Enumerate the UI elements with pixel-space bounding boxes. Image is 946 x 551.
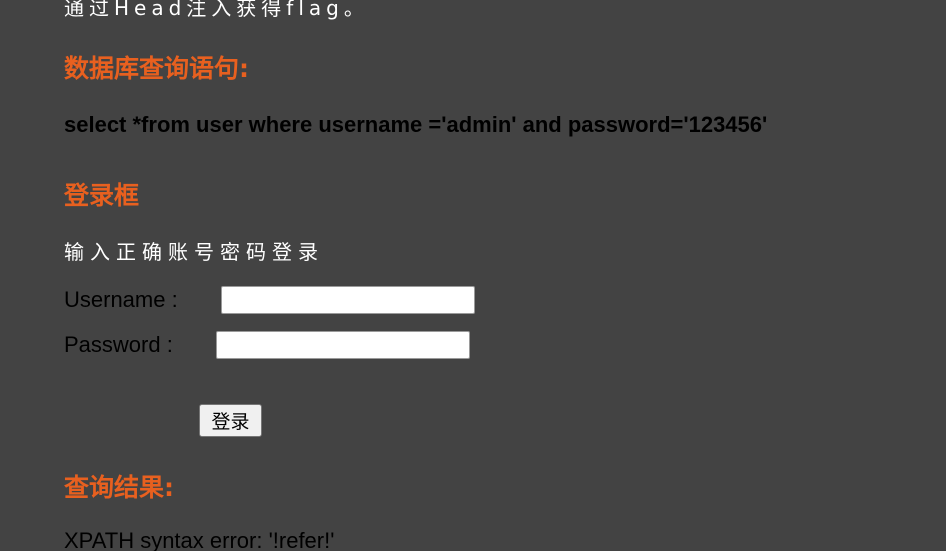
login-button[interactable]: 登录: [199, 404, 262, 437]
intro-text: 通过Head注入获得flag。: [64, 0, 369, 20]
username-label: Username :: [64, 287, 178, 312]
username-input[interactable]: [221, 286, 475, 314]
result-heading: 查询结果:: [64, 473, 174, 502]
sql-query-text: select *from user where username ='admin…: [64, 112, 768, 137]
login-heading: 登录框: [64, 181, 140, 210]
password-label: Password :: [64, 332, 173, 357]
query-result-text: XPATH syntax error: '!refer!': [64, 528, 335, 551]
password-input[interactable]: [216, 331, 470, 359]
page: 通过Head注入获得flag。 数据库查询语句: select *from us…: [0, 0, 946, 551]
login-hint: 输入正确账号密码登录: [64, 240, 324, 264]
sql-heading: 数据库查询语句:: [64, 54, 249, 83]
